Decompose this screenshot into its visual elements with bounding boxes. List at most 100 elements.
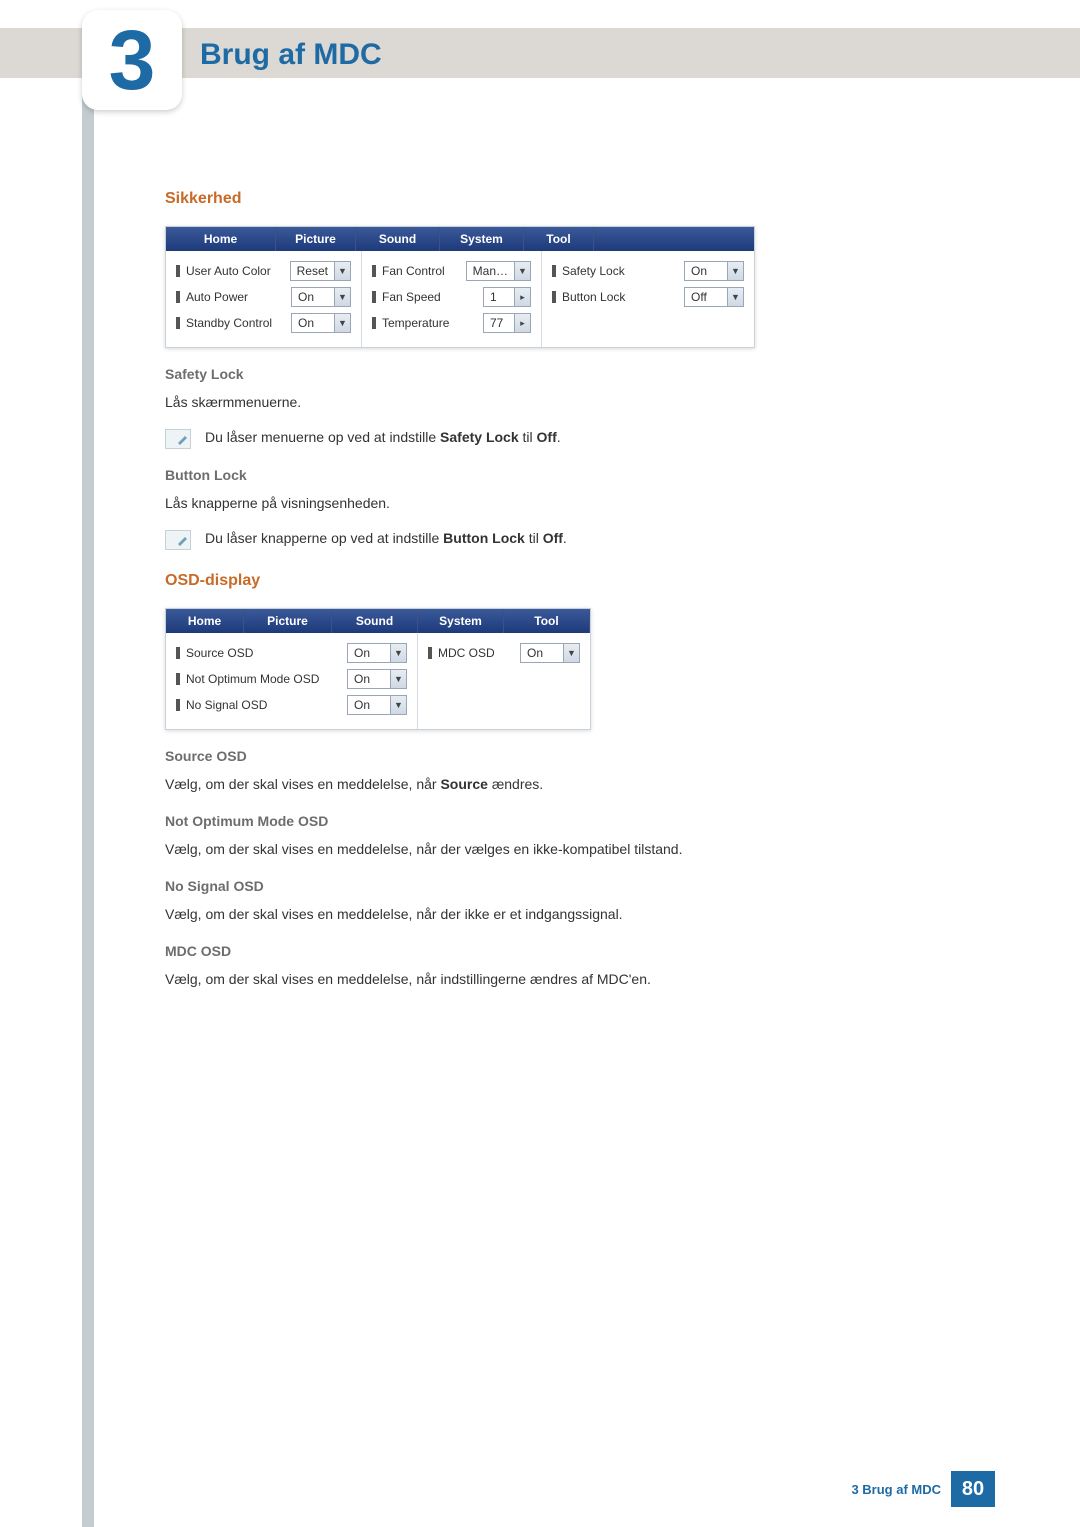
tab-tool[interactable]: Tool — [524, 227, 594, 251]
field-marker — [552, 291, 556, 303]
section-heading-sikkerhed: Sikkerhed — [165, 190, 945, 208]
dropdown[interactable]: Reset▼ — [290, 261, 351, 281]
chevron-down-icon: ▼ — [390, 644, 406, 662]
field-label: Not Optimum Mode OSD — [186, 672, 347, 686]
tab-home[interactable]: Home — [166, 227, 276, 251]
panel-sikkerhed: Home Picture Sound System Tool User Auto… — [165, 226, 755, 348]
note-text: Du låser menuerne op ved at indstille Sa… — [205, 427, 561, 448]
chevron-down-icon: ▼ — [727, 262, 743, 280]
footer-label: 3 Brug af MDC — [851, 1482, 941, 1497]
chevron-down-icon: ▼ — [334, 288, 350, 306]
field-row: Not Optimum Mode OSD On▼ — [176, 669, 407, 689]
field-row: Temperature 77▸ — [372, 313, 531, 333]
chevron-down-icon: ▼ — [334, 314, 350, 332]
field-marker — [176, 673, 180, 685]
panel-body: Source OSD On▼ Not Optimum Mode OSD On▼ … — [166, 633, 590, 729]
note-text: Du låser knapperne op ved at indstille B… — [205, 528, 567, 549]
body-text: Vælg, om der skal vises en meddelelse, n… — [165, 904, 945, 925]
field-label: User Auto Color — [186, 264, 290, 278]
dropdown[interactable]: On▼ — [684, 261, 744, 281]
field-marker — [176, 291, 180, 303]
field-marker — [552, 265, 556, 277]
chevron-down-icon: ▼ — [727, 288, 743, 306]
field-row: Fan Control Man…▼ — [372, 261, 531, 281]
tab-row: Home Picture Sound System Tool — [166, 609, 590, 633]
field-label: Button Lock — [562, 290, 684, 304]
section-heading-osd: OSD-display — [165, 572, 945, 590]
note-icon — [165, 429, 191, 449]
note-row: Du låser knapperne op ved at indstille B… — [165, 528, 945, 550]
field-row: MDC OSD On▼ — [428, 643, 580, 663]
field-label: Fan Control — [382, 264, 466, 278]
dropdown[interactable]: On▼ — [291, 313, 351, 333]
field-label: Source OSD — [186, 646, 347, 660]
field-marker — [372, 291, 376, 303]
field-row: Standby Control On▼ — [176, 313, 351, 333]
note-row: Du låser menuerne op ved at indstille Sa… — [165, 427, 945, 449]
field-label: Auto Power — [186, 290, 291, 304]
panel-col: Safety Lock On▼ Button Lock Off▼ — [542, 251, 754, 347]
sub-heading: MDC OSD — [165, 943, 945, 959]
field-marker — [428, 647, 432, 659]
panel-body: User Auto Color Reset▼ Auto Power On▼ St… — [166, 251, 754, 347]
field-label: Standby Control — [186, 316, 291, 330]
field-row: Source OSD On▼ — [176, 643, 407, 663]
spinner[interactable]: 77▸ — [483, 313, 531, 333]
tab-picture[interactable]: Picture — [244, 609, 332, 633]
panel-osd: Home Picture Sound System Tool Source OS… — [165, 608, 591, 730]
side-strip — [82, 78, 94, 1527]
tab-picture[interactable]: Picture — [276, 227, 356, 251]
chevron-down-icon: ▼ — [514, 262, 530, 280]
note-icon — [165, 530, 191, 550]
dropdown[interactable]: On▼ — [347, 695, 407, 715]
body-text: Lås skærmmenuerne. — [165, 392, 945, 413]
dropdown[interactable]: On▼ — [291, 287, 351, 307]
chevron-down-icon: ▼ — [390, 670, 406, 688]
tab-sound[interactable]: Sound — [332, 609, 418, 633]
tab-sound[interactable]: Sound — [356, 227, 440, 251]
chevron-right-icon: ▸ — [514, 288, 530, 306]
field-label: No Signal OSD — [186, 698, 347, 712]
panel-col: User Auto Color Reset▼ Auto Power On▼ St… — [166, 251, 362, 347]
chevron-right-icon: ▸ — [514, 314, 530, 332]
sub-heading: Not Optimum Mode OSD — [165, 813, 945, 829]
tab-system[interactable]: System — [440, 227, 524, 251]
field-marker — [372, 317, 376, 329]
field-marker — [176, 317, 180, 329]
body-text: Vælg, om der skal vises en meddelelse, n… — [165, 969, 945, 990]
field-row: Auto Power On▼ — [176, 287, 351, 307]
footer: 3 Brug af MDC 80 — [0, 1471, 1080, 1507]
body-text: Vælg, om der skal vises en meddelelse, n… — [165, 839, 945, 860]
field-row: No Signal OSD On▼ — [176, 695, 407, 715]
chevron-down-icon: ▼ — [334, 262, 350, 280]
field-marker — [372, 265, 376, 277]
sub-heading: Button Lock — [165, 467, 945, 483]
field-row: Safety Lock On▼ — [552, 261, 744, 281]
chevron-down-icon: ▼ — [563, 644, 579, 662]
field-label: Fan Speed — [382, 290, 483, 304]
chapter-title: Brug af MDC — [200, 38, 382, 72]
sub-heading: Source OSD — [165, 748, 945, 764]
page-number: 80 — [951, 1471, 995, 1507]
field-row: Fan Speed 1▸ — [372, 287, 531, 307]
dropdown[interactable]: Man…▼ — [466, 261, 531, 281]
tab-filler — [594, 227, 754, 251]
tab-home[interactable]: Home — [166, 609, 244, 633]
dropdown[interactable]: Off▼ — [684, 287, 744, 307]
chapter-number-box: 3 — [82, 10, 182, 110]
sub-heading: No Signal OSD — [165, 878, 945, 894]
field-row: User Auto Color Reset▼ — [176, 261, 351, 281]
tab-row: Home Picture Sound System Tool — [166, 227, 754, 251]
field-marker — [176, 647, 180, 659]
content: Sikkerhed Home Picture Sound System Tool… — [165, 190, 945, 1004]
dropdown[interactable]: On▼ — [520, 643, 580, 663]
dropdown[interactable]: On▼ — [347, 669, 407, 689]
field-marker — [176, 265, 180, 277]
spinner[interactable]: 1▸ — [483, 287, 531, 307]
body-text: Vælg, om der skal vises en meddelelse, n… — [165, 774, 945, 795]
field-marker — [176, 699, 180, 711]
tab-system[interactable]: System — [418, 609, 504, 633]
chevron-down-icon: ▼ — [390, 696, 406, 714]
dropdown[interactable]: On▼ — [347, 643, 407, 663]
tab-tool[interactable]: Tool — [504, 609, 590, 633]
